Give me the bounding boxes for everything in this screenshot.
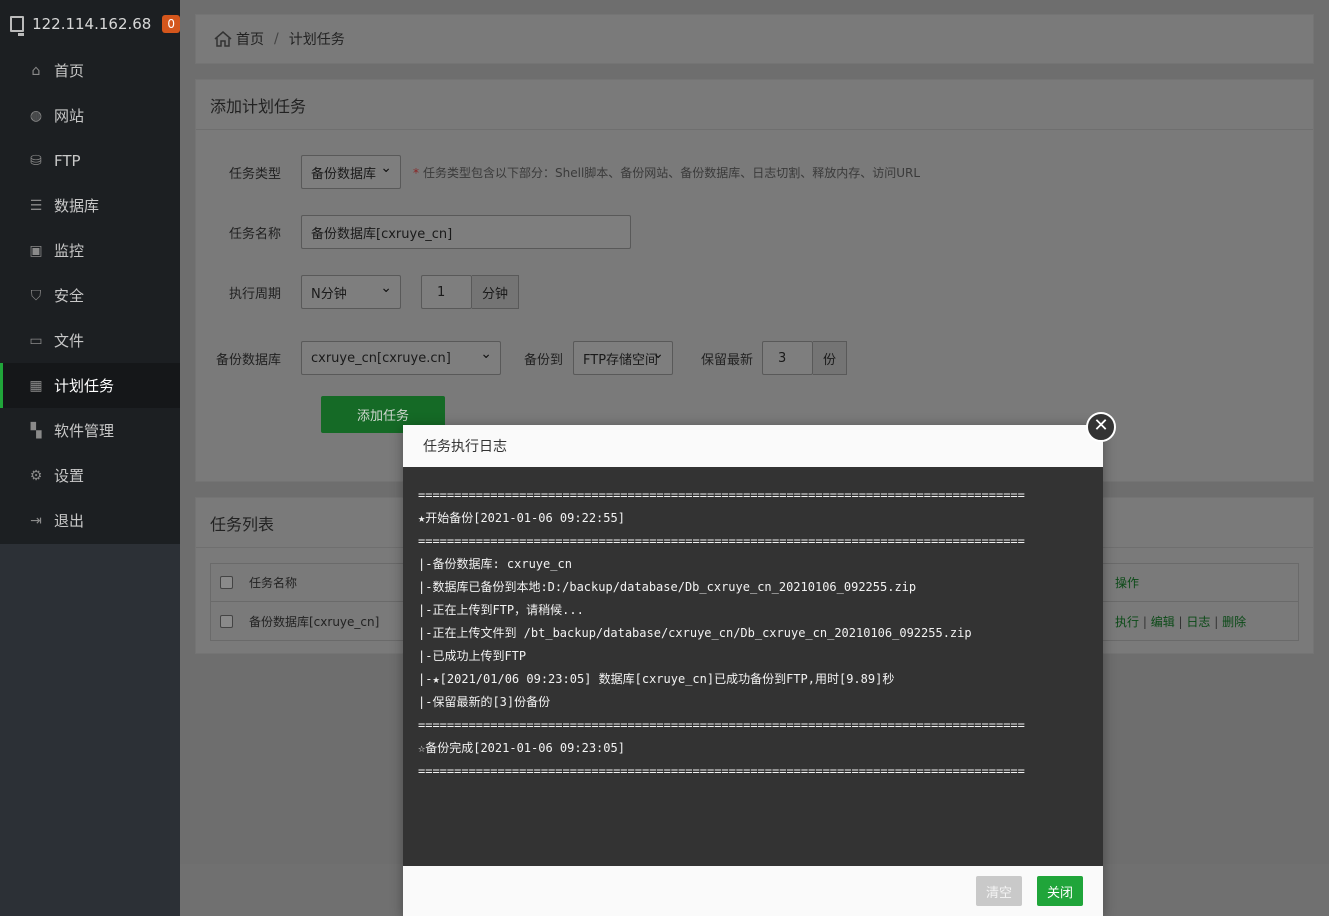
run-link[interactable]: 执行 (1115, 615, 1139, 629)
log-line: ★开始备份[2021-01-06 09:22:55] (418, 511, 625, 525)
log-line: |-已成功上传到FTP (418, 649, 527, 663)
clear-button[interactable]: 清空 (976, 876, 1022, 906)
logout-icon: ⇥ (30, 512, 42, 529)
backup-db-select[interactable]: cxruye_cn[cxruye.cn] (301, 341, 501, 375)
log-line: |-★[2021/01/06 09:23:05] 数据库[cxruye_cn]已… (418, 672, 895, 686)
sidebar-item-ftp[interactable]: ⛁ FTP (0, 138, 180, 183)
period-select[interactable]: N分钟 (301, 275, 401, 309)
sidebar-item-security[interactable]: ⛉ 安全 (0, 273, 180, 318)
column-task-name: 任务名称 (249, 576, 298, 590)
dialog-title: 任务执行日志 (403, 425, 1103, 467)
monitor-chart-icon: ▣ (29, 242, 43, 259)
keep-latest-input[interactable]: 3 (762, 341, 814, 375)
grid-icon: ▚ (30, 422, 42, 439)
sidebar-item-home[interactable]: ⌂ 首页 (0, 48, 180, 93)
add-task-panel: 添加计划任务 任务类型 备份数据库 *任务类型包含以下部分：Shell脚本、备份… (195, 79, 1314, 482)
task-type-label: 任务类型 (228, 166, 281, 182)
server-ip: 122.114.162.68 (32, 15, 152, 33)
calendar-icon: ▦ (29, 377, 43, 394)
breadcrumb-separator: / (274, 31, 279, 47)
dialog-footer: 清空 关闭 (403, 866, 1103, 916)
breadcrumb-current: 计划任务 (288, 32, 345, 48)
database-icon: ☰ (29, 197, 43, 214)
row-operations: 执行 | 编辑 | 日志 | 删除 (1115, 614, 1247, 629)
task-type-hint: * 任务类型包含以下部分：Shell脚本、备份网站、备份数据库、日志切割、释放内存… (413, 165, 921, 180)
server-header: 122.114.162.68 0 (0, 0, 180, 48)
sidebar-item-website[interactable]: ◍ 网站 (0, 93, 180, 138)
backup-db-label: 备份数据库 (215, 352, 281, 368)
select-all-checkbox[interactable] (220, 576, 233, 589)
sidebar-item-settings[interactable]: ⚙ 设置 (0, 453, 180, 498)
sidebar-item-database[interactable]: ☰ 数据库 (0, 183, 180, 228)
sidebar-empty-area (0, 544, 180, 916)
log-line: ========================================… (418, 718, 1025, 732)
period-minutes-input[interactable]: 1 (421, 275, 472, 309)
close-icon[interactable]: ✕ (1086, 412, 1116, 442)
keep-latest-label: 保留最新 (701, 352, 754, 368)
folder-icon: ▭ (29, 332, 43, 349)
ftp-icon: ⛁ (30, 152, 42, 169)
task-name-label: 任务名称 (228, 226, 281, 242)
log-line: |-保留最新的[3]份备份 (418, 695, 551, 709)
monitor-icon (10, 16, 25, 36)
home-icon (214, 31, 232, 47)
period-row: 执行周期 N分钟 1 分钟 (196, 275, 520, 309)
task-name-row: 任务名称 备份数据库[cxruye_cn] (196, 215, 631, 249)
log-line: ========================================… (418, 534, 1025, 548)
column-operations: 操作 (1115, 576, 1140, 590)
backup-to-select[interactable]: FTP存储空间 (573, 341, 674, 375)
task-type-select[interactable]: 备份数据库 (301, 155, 401, 189)
keep-latest-unit: 份 (813, 341, 848, 375)
log-link[interactable]: 日志 (1186, 615, 1210, 629)
sidebar-nav: ⌂ 首页 ◍ 网站 ⛁ FTP ☰ 数据库 ▣ 监控 ⛉ 安全 ▭ 文件 ▦ 计划任务 ▚ 软件管… (0, 48, 180, 543)
period-label: 执行周期 (228, 286, 281, 302)
sidebar-item-cron[interactable]: ▦ 计划任务 (0, 363, 180, 408)
close-button[interactable]: 关闭 (1037, 876, 1083, 906)
task-name-input[interactable]: 备份数据库[cxruye_cn] (301, 215, 631, 249)
breadcrumb-home[interactable]: 首页 (236, 29, 264, 49)
sidebar-item-logout[interactable]: ⇥ 退出 (0, 498, 180, 543)
home-icon: ⌂ (31, 62, 41, 79)
sidebar-item-files[interactable]: ▭ 文件 (0, 318, 180, 363)
log-line: ========================================… (418, 488, 1025, 502)
log-line: |-备份数据库: cxruye_cn (418, 557, 572, 571)
sidebar-item-software[interactable]: ▚ 软件管理 (0, 408, 180, 453)
log-line: ☆备份完成[2021-01-06 09:23:05] (418, 741, 625, 755)
add-task-title: 添加计划任务 (196, 80, 1313, 130)
message-badge[interactable]: 0 (162, 15, 180, 33)
log-line: |-正在上传文件到 /bt_backup/database/cxruye_cn/… (418, 626, 972, 640)
sidebar-item-monitor[interactable]: ▣ 监控 (0, 228, 180, 273)
log-output: ========================================… (403, 467, 1103, 866)
backup-db-row: 备份数据库 cxruye_cn[cxruye.cn] 备份到 FTP存储空间 保… (196, 341, 848, 375)
sidebar: 122.114.162.68 0 ⌂ 首页 ◍ 网站 ⛁ FTP ☰ 数据库 ▣ 监控 ⛉… (0, 0, 180, 916)
edit-link[interactable]: 编辑 (1151, 615, 1175, 629)
row-task-name: 备份数据库[cxruye_cn] (249, 614, 380, 629)
backup-to-label: 备份到 (524, 352, 564, 368)
log-line: ========================================… (418, 764, 1025, 778)
breadcrumb: 首页 / 计划任务 (195, 14, 1314, 64)
log-line: |-正在上传到FTP，请稍候... (418, 603, 584, 617)
task-type-row: 任务类型 备份数据库 *任务类型包含以下部分：Shell脚本、备份网站、备份数据… (196, 155, 920, 189)
task-log-dialog: 任务执行日志 =================================… (403, 425, 1103, 916)
gear-icon: ⚙ (29, 467, 43, 484)
globe-icon: ◍ (29, 107, 43, 124)
log-line: |-数据库已备份到本地:D:/backup/database/Db_cxruye… (418, 580, 917, 594)
row-checkbox[interactable] (220, 614, 233, 628)
delete-link[interactable]: 删除 (1222, 615, 1246, 629)
shield-icon: ⛉ (30, 287, 42, 304)
period-unit: 分钟 (472, 275, 520, 309)
